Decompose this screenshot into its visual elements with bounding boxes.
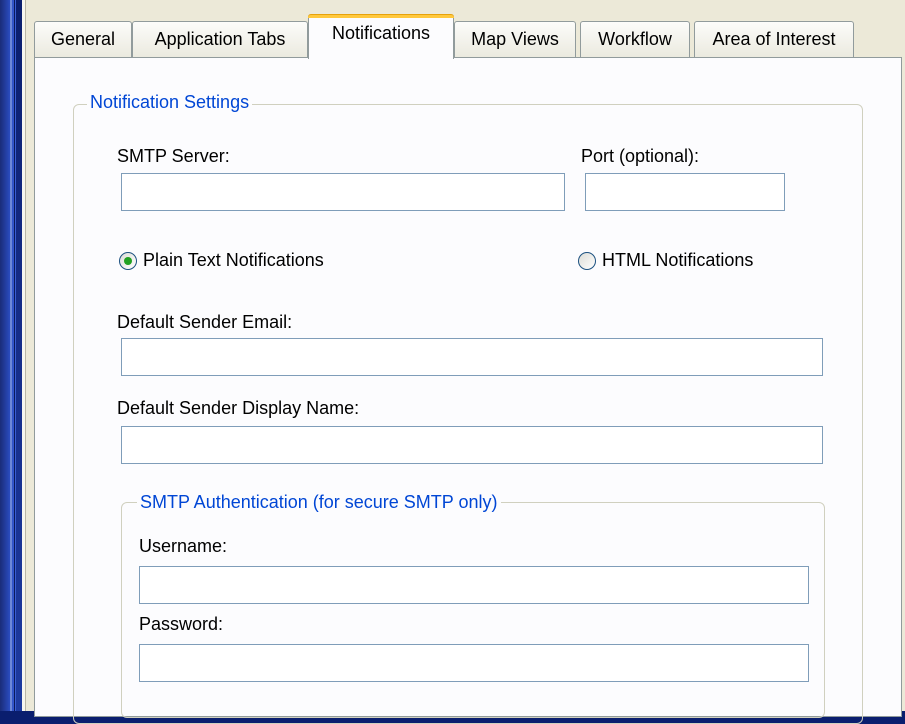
tab-area-of-interest[interactable]: Area of Interest — [694, 21, 854, 57]
radio-selected-icon — [119, 251, 137, 270]
strip-highlight-line — [10, 0, 12, 711]
tab-panel-notifications: Notification Settings SMTP Server: Port … — [34, 57, 902, 724]
password-input[interactable] — [139, 644, 809, 682]
tab-notifications[interactable]: Notifications — [308, 14, 454, 59]
tab-map-views[interactable]: Map Views — [454, 21, 576, 57]
password-label: Password: — [139, 614, 224, 634]
username-label: Username: — [139, 536, 228, 556]
username-input[interactable] — [139, 566, 809, 604]
plain-text-radio[interactable]: Plain Text Notifications — [119, 250, 324, 271]
smtp-server-input[interactable] — [121, 173, 565, 211]
notification-settings-title: Notification Settings — [87, 92, 253, 113]
dialog-left-edge — [22, 0, 26, 711]
smtp-auth-group — [121, 502, 825, 718]
tab-general[interactable]: General — [34, 21, 132, 57]
radio-unselected-icon — [578, 251, 596, 270]
port-input[interactable] — [585, 173, 785, 211]
html-radio[interactable]: HTML Notifications — [578, 250, 753, 271]
sender-email-label: Default Sender Email: — [117, 312, 293, 332]
desktop-background-strip — [0, 0, 16, 711]
tab-workflow[interactable]: Workflow — [580, 21, 690, 57]
sender-display-name-label: Default Sender Display Name: — [117, 398, 360, 418]
dialog-window: General Application Tabs Notifications M… — [22, 0, 905, 724]
strip-shadow-line — [14, 0, 15, 711]
radio-dot-icon — [124, 256, 132, 265]
sender-display-name-input[interactable] — [121, 426, 823, 464]
port-label: Port (optional): — [581, 146, 700, 166]
smtp-auth-title: SMTP Authentication (for secure SMTP onl… — [137, 492, 501, 513]
sender-email-input[interactable] — [121, 338, 823, 376]
smtp-server-label: SMTP Server: — [117, 146, 230, 166]
plain-text-radio-label: Plain Text Notifications — [143, 250, 324, 270]
html-radio-label: HTML Notifications — [602, 250, 754, 270]
tab-application-tabs[interactable]: Application Tabs — [132, 21, 308, 57]
